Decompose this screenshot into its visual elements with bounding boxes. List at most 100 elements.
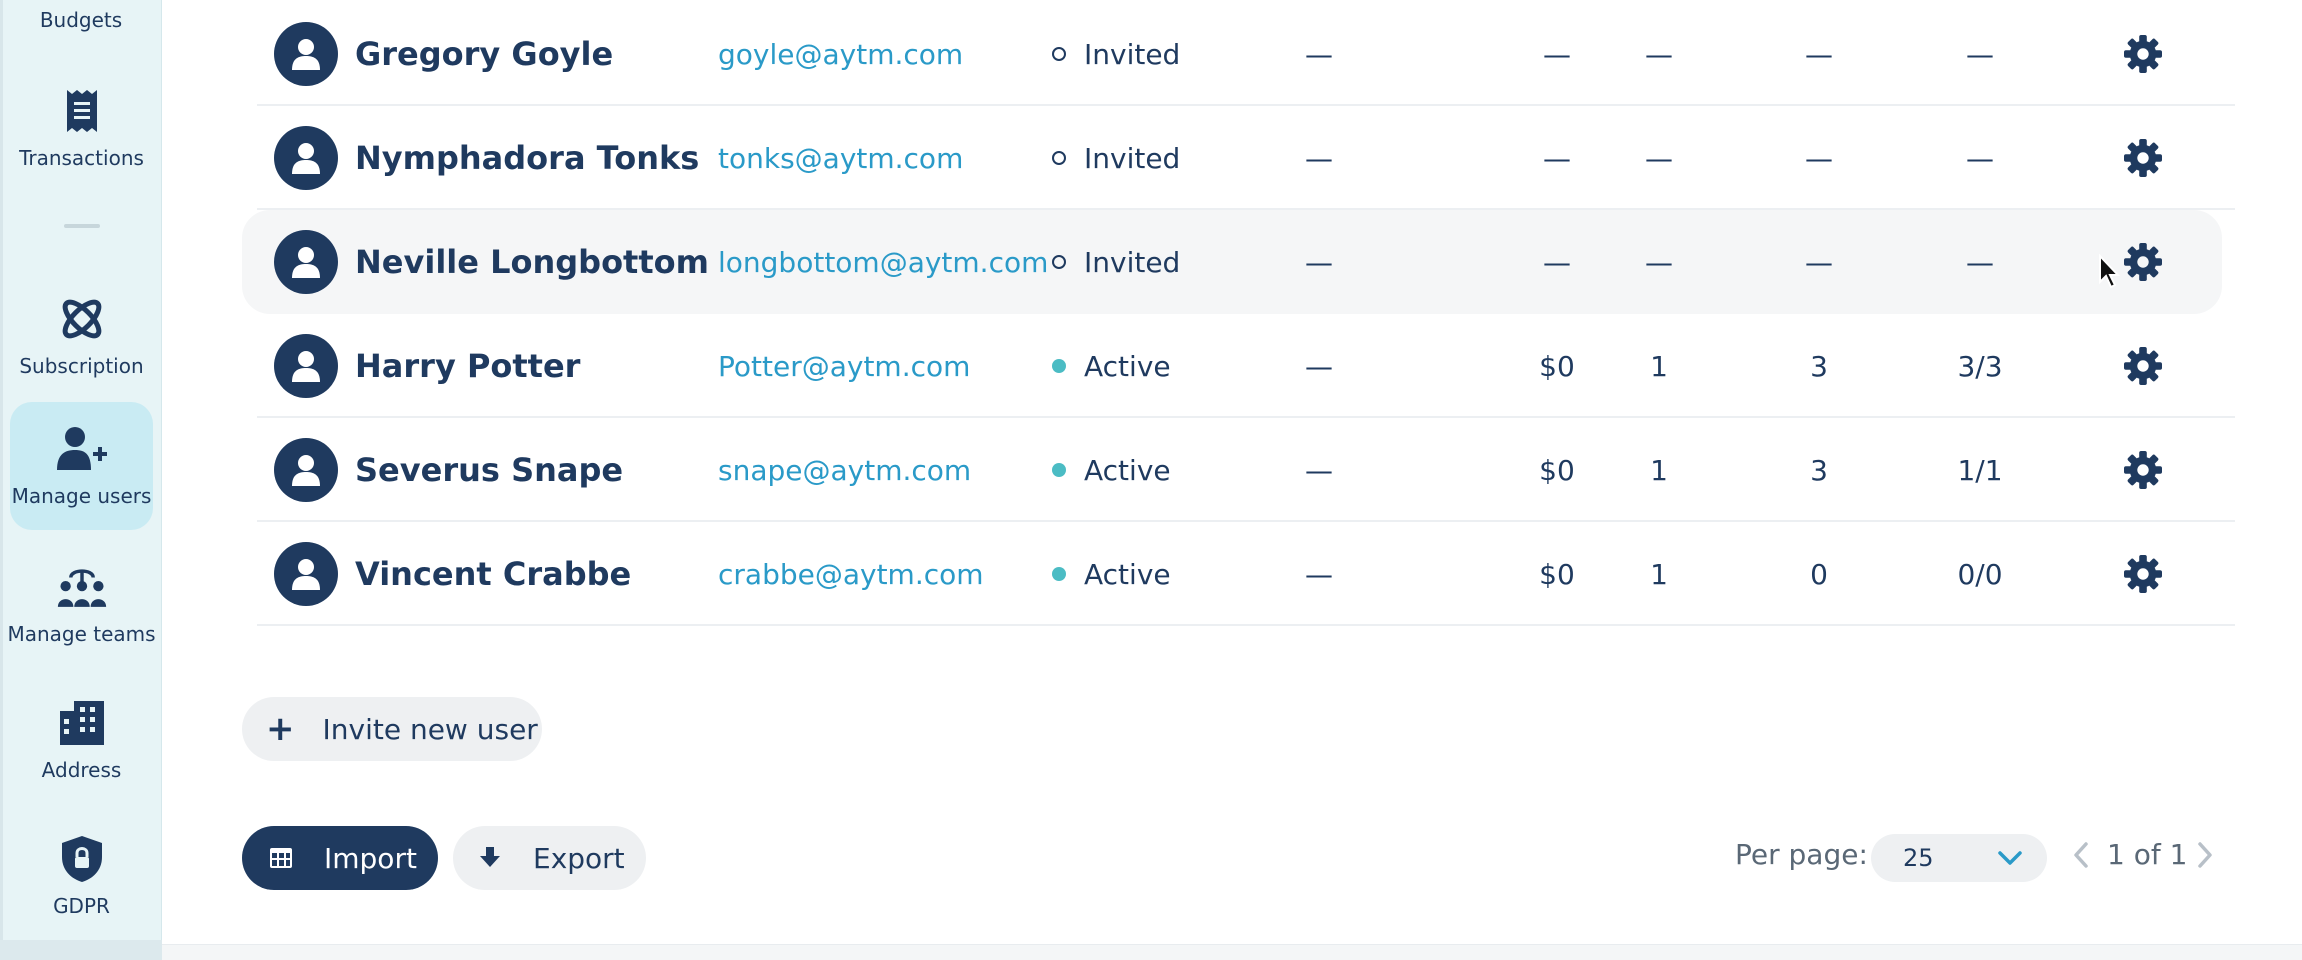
avatar [274, 542, 338, 606]
per-page-select[interactable]: 25 [1871, 834, 2047, 882]
col-1-value: — [1305, 557, 1333, 591]
per-page-label: Per page: [1735, 838, 1868, 871]
sidebar-item-budgets[interactable]: Budgets [0, 8, 162, 32]
col-5-value: 3/3 [1957, 349, 2003, 383]
sidebar-item-label: Address [41, 758, 122, 782]
avatar [274, 126, 338, 190]
users-table-area: Gregory Goyle goyle@aytm.com Invited — —… [162, 0, 2302, 960]
status-badge: Invited [1052, 106, 1180, 210]
gear-icon[interactable] [2124, 139, 2162, 177]
user-plus-icon [56, 424, 107, 474]
building-icon [57, 698, 107, 748]
user-name: Harry Potter [355, 347, 581, 385]
status-dot [1052, 359, 1066, 373]
col-5-value: 0/0 [1957, 557, 2003, 591]
col-2-value: — [1543, 141, 1571, 175]
avatar [274, 438, 338, 502]
sidebar-item-gdpr[interactable]: GDPR [10, 812, 153, 940]
col-1-value: — [1305, 245, 1333, 279]
col-4-value: 3 [1810, 453, 1828, 487]
page-indicator: 1 of 1 [2107, 838, 2188, 871]
chevron-right-icon[interactable] [2194, 840, 2216, 870]
sidebar-footer [0, 940, 162, 960]
sidebar-item-label: GDPR [53, 894, 110, 918]
col-3-value: 1 [1650, 557, 1668, 591]
sidebar-item-label: Transactions [19, 146, 144, 170]
export-label: Export [533, 841, 625, 875]
col-2-value: $0 [1539, 557, 1575, 591]
sidebar-item-manage-users[interactable]: Manage users [10, 402, 153, 530]
status-badge: Active [1052, 522, 1171, 626]
col-4-value: — [1805, 245, 1833, 279]
col-1-value: — [1305, 37, 1333, 71]
col-5-value: — [1966, 245, 1994, 279]
chevron-left-icon[interactable] [2070, 840, 2092, 870]
status-dot [1052, 47, 1066, 61]
sidebar-item-manage-teams[interactable]: Manage teams [7, 540, 156, 668]
col-1-value: — [1305, 453, 1333, 487]
gear-icon[interactable] [2124, 243, 2162, 281]
user-email-link[interactable]: tonks@aytm.com [718, 106, 963, 210]
col-3-value: 1 [1650, 349, 1668, 383]
user-name: Severus Snape [355, 451, 624, 489]
sidebar-item-label: Manage teams [7, 622, 156, 646]
status-text: Invited [1084, 37, 1181, 71]
status-text: Active [1084, 453, 1171, 487]
plus-icon: + [266, 709, 295, 749]
status-text: Invited [1084, 245, 1181, 279]
shield-lock-icon [57, 834, 107, 884]
user-email-link[interactable]: goyle@aytm.com [718, 2, 963, 106]
user-email-link[interactable]: longbottom@aytm.com [718, 210, 1048, 314]
sidebar: Budgets Transactions Subscription Manage… [0, 0, 162, 960]
status-badge: Active [1052, 418, 1171, 522]
col-4-value: — [1805, 141, 1833, 175]
col-2-value: — [1543, 37, 1571, 71]
sidebar-item-subscription[interactable]: Subscription [10, 272, 153, 400]
table-row[interactable]: Harry Potter Potter@aytm.com Active — $0… [257, 314, 2235, 418]
gear-icon[interactable] [2124, 555, 2162, 593]
avatar [274, 230, 338, 294]
user-name: Vincent Crabbe [355, 555, 632, 593]
user-name: Nymphadora Tonks [355, 139, 700, 177]
status-badge: Invited [1052, 2, 1180, 106]
invite-new-user-button[interactable]: + Invite new user [242, 697, 542, 761]
table-row[interactable]: Gregory Goyle goyle@aytm.com Invited — —… [257, 2, 2235, 106]
user-email-link[interactable]: Potter@aytm.com [718, 314, 970, 418]
gear-icon[interactable] [2124, 451, 2162, 489]
table-row[interactable]: Vincent Crabbe crabbe@aytm.com Active — … [257, 522, 2235, 626]
receipt-icon [57, 86, 107, 136]
col-3-value: 1 [1650, 453, 1668, 487]
status-text: Active [1084, 557, 1171, 591]
status-dot [1052, 255, 1066, 269]
col-5-value: — [1966, 141, 1994, 175]
user-email-link[interactable]: snape@aytm.com [718, 418, 971, 522]
col-2-value: — [1543, 245, 1571, 279]
user-email-link[interactable]: crabbe@aytm.com [718, 522, 984, 626]
status-badge: Invited [1052, 210, 1180, 314]
gear-icon[interactable] [2124, 347, 2162, 385]
status-badge: Active [1052, 314, 1171, 418]
table-row[interactable]: Neville Longbottom longbottom@aytm.com I… [242, 210, 2222, 314]
col-4-value: 3 [1810, 349, 1828, 383]
per-page-value: 25 [1903, 844, 1934, 872]
user-name: Neville Longbottom [355, 243, 709, 281]
col-4-value: — [1805, 37, 1833, 71]
chevron-down-icon [1998, 851, 2022, 865]
status-dot [1052, 463, 1066, 477]
sidebar-item-label: Manage users [11, 484, 152, 508]
table-row[interactable]: Severus Snape snape@aytm.com Active — $0… [257, 418, 2235, 522]
sidebar-item-address[interactable]: Address [10, 676, 153, 804]
table-row[interactable]: Nymphadora Tonks tonks@aytm.com Invited … [257, 106, 2235, 210]
col-2-value: $0 [1539, 453, 1575, 487]
col-5-value: 1/1 [1957, 453, 2003, 487]
export-button[interactable]: Export [453, 826, 646, 890]
mouse-cursor-icon [2099, 254, 2121, 289]
sidebar-divider [64, 224, 100, 228]
col-2-value: $0 [1539, 349, 1575, 383]
gear-icon[interactable] [2124, 35, 2162, 73]
status-dot [1052, 151, 1066, 165]
import-button[interactable]: Import [242, 826, 438, 890]
download-arrow-icon [477, 845, 503, 871]
avatar [274, 22, 338, 86]
sidebar-item-transactions[interactable]: Transactions [10, 64, 153, 192]
